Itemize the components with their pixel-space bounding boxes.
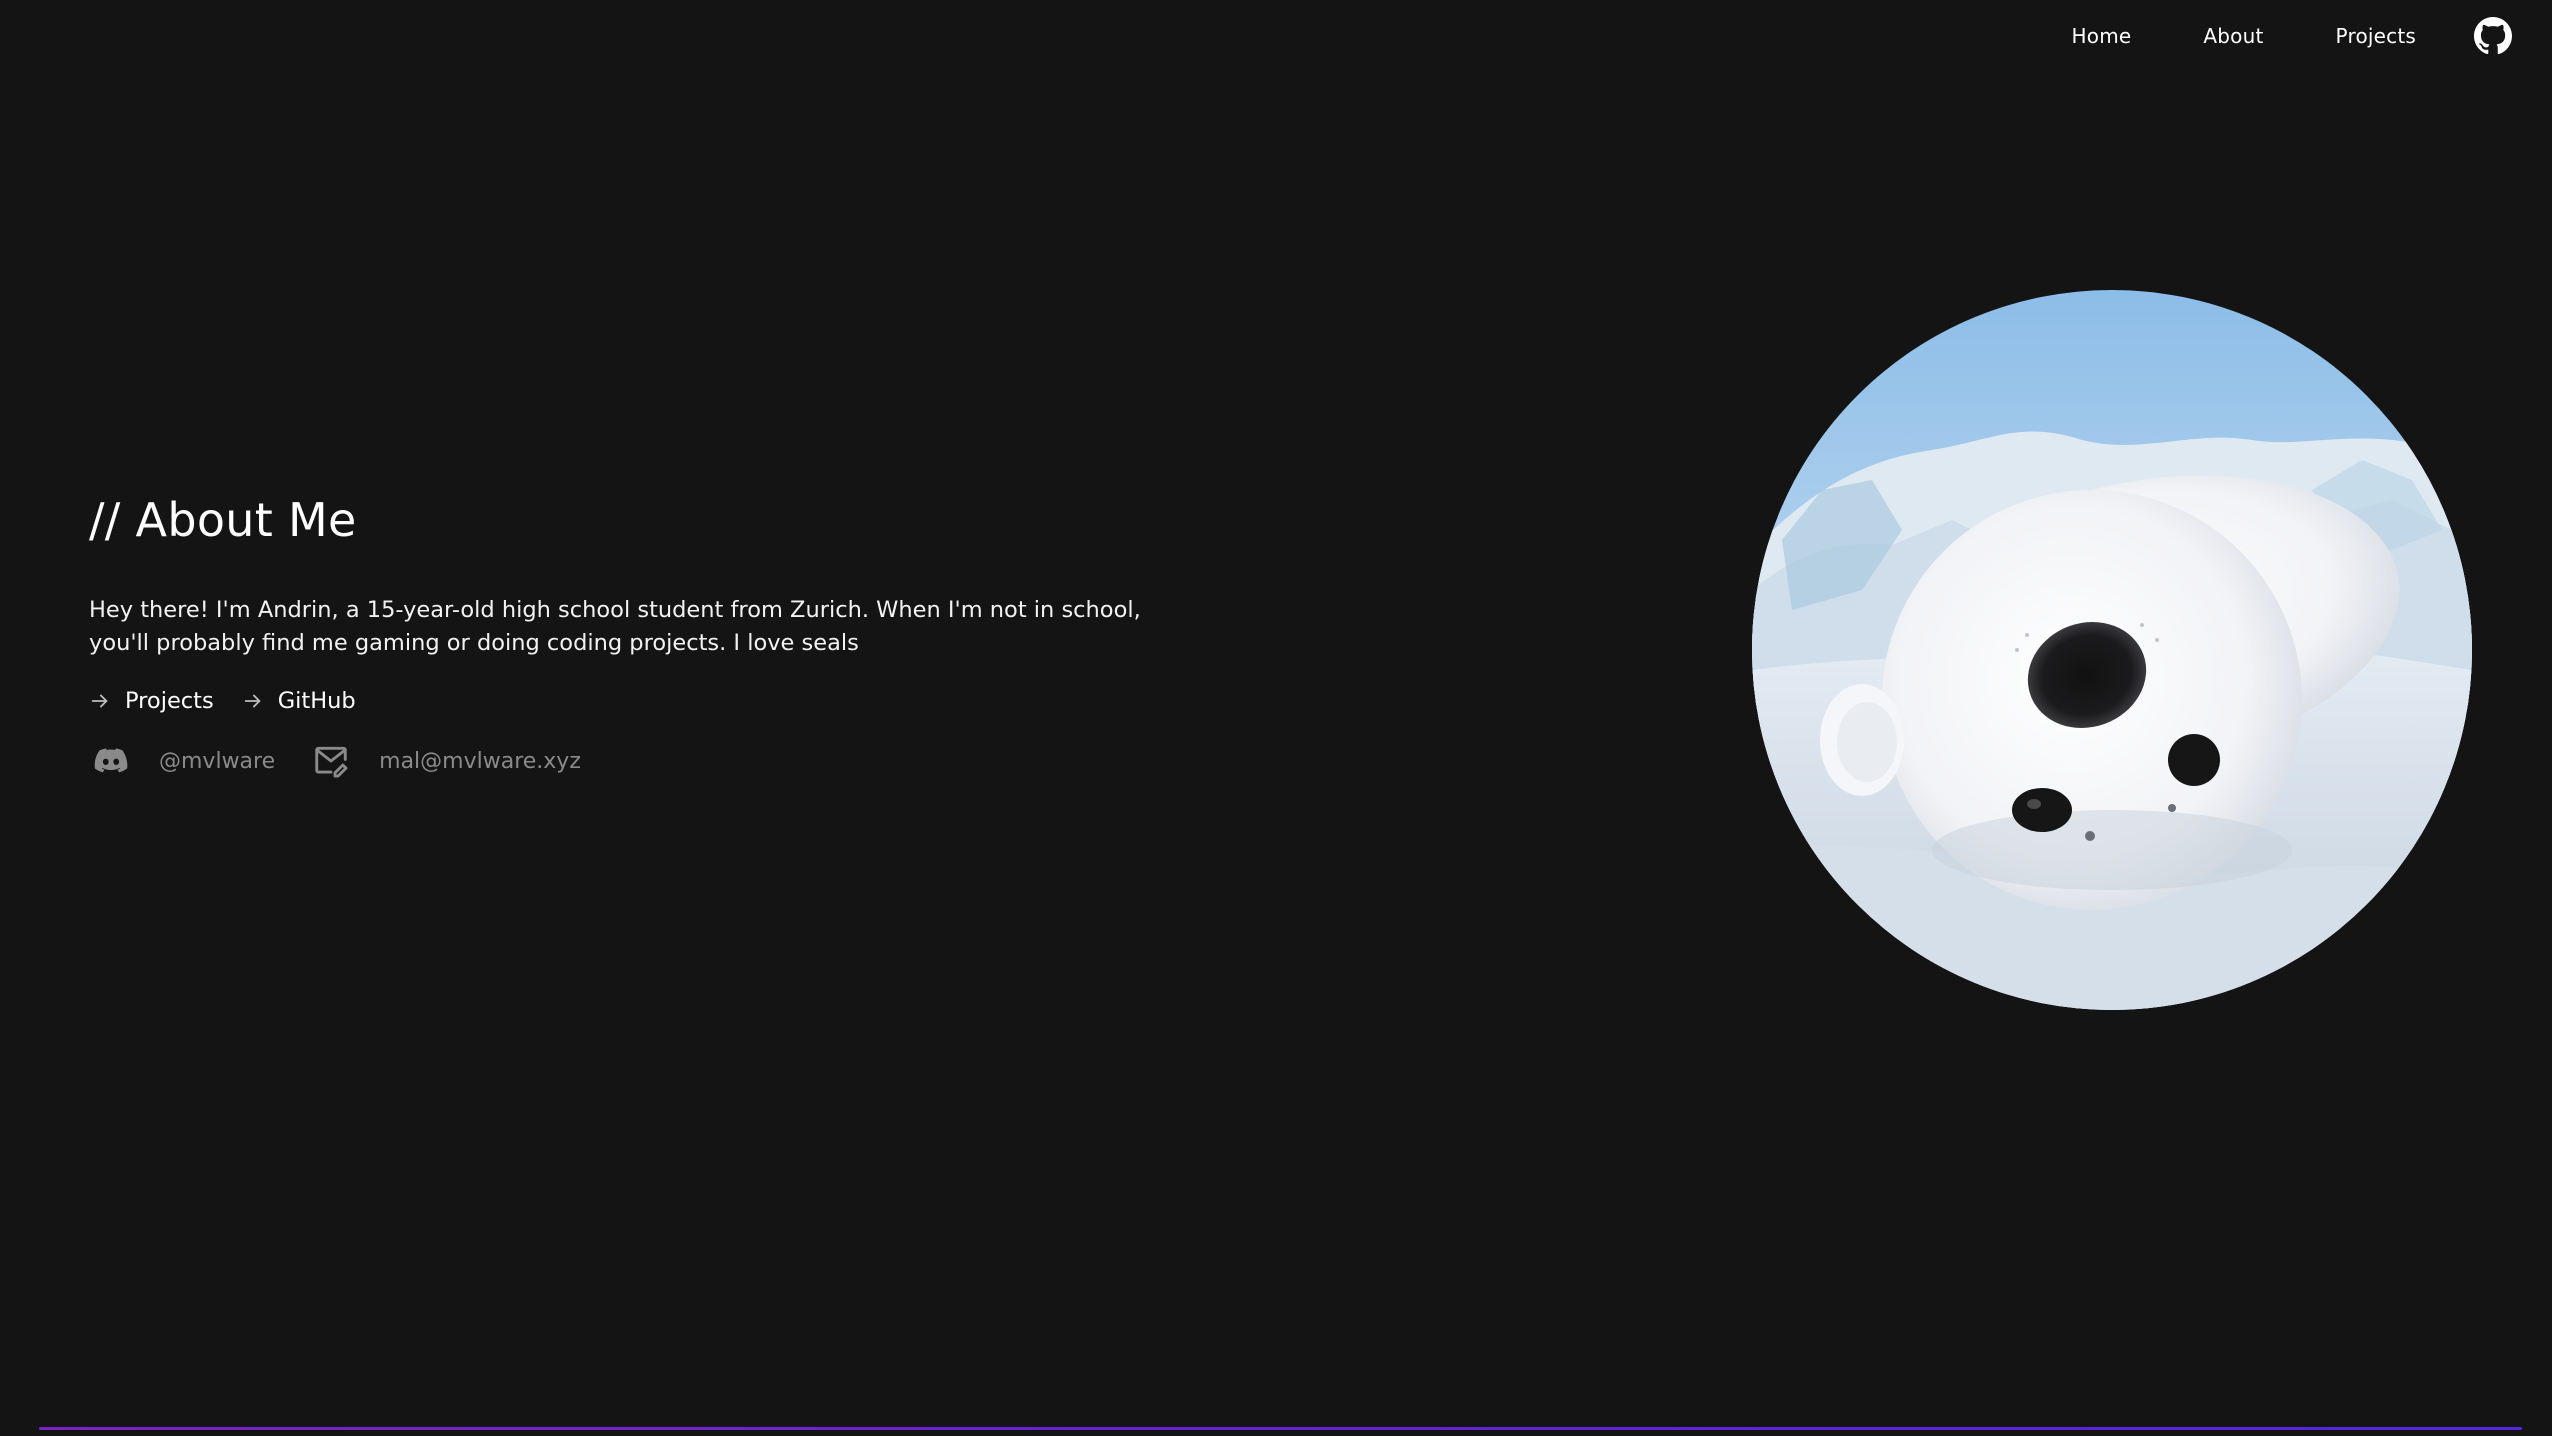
top-nav: Home About Projects xyxy=(2072,0,2552,72)
harp-seal-pup-photo xyxy=(1752,290,2472,1010)
nav-home-link[interactable]: Home xyxy=(2072,24,2132,48)
heading-text: About Me xyxy=(135,493,357,547)
bottom-accent-bar xyxy=(39,1427,2522,1430)
github-link[interactable]: GitHub xyxy=(242,688,356,714)
bio-line-1: Hey there! I'm Andrin, a 15-year-old hig… xyxy=(89,597,1141,623)
page: Home About Projects // About Me Hey ther… xyxy=(0,0,2552,1436)
projects-link[interactable]: Projects xyxy=(89,688,214,714)
projects-link-label: Projects xyxy=(125,688,214,714)
bio-paragraph: Hey there! I'm Andrin, a 15-year-old hig… xyxy=(89,594,1169,660)
email-address: mal@mvlware.xyz xyxy=(379,748,581,774)
nav-projects-link[interactable]: Projects xyxy=(2336,24,2416,48)
arrow-right-icon xyxy=(242,690,264,712)
page-title: // About Me xyxy=(89,484,1189,556)
contact-list: @mvlware mal@mvlware.xyz xyxy=(91,741,617,781)
github-icon[interactable] xyxy=(2474,17,2512,55)
email-contact[interactable]: mal@mvlware.xyz xyxy=(311,741,581,781)
about-section: // About Me Hey there! I'm Andrin, a 15-… xyxy=(89,484,1189,778)
discord-contact[interactable]: @mvlware xyxy=(91,741,275,781)
discord-icon xyxy=(91,741,131,781)
nav-about-link[interactable]: About xyxy=(2203,24,2263,48)
quick-links: Projects GitHub xyxy=(89,684,384,718)
github-link-label: GitHub xyxy=(277,688,356,714)
bio-line-2: you'll probably find me gaming or doing … xyxy=(89,630,859,656)
discord-handle: @mvlware xyxy=(159,748,276,774)
arrow-right-icon xyxy=(89,690,111,712)
mail-icon xyxy=(311,741,351,781)
avatar xyxy=(1752,290,2472,1010)
heading-prefix: // xyxy=(89,493,121,547)
